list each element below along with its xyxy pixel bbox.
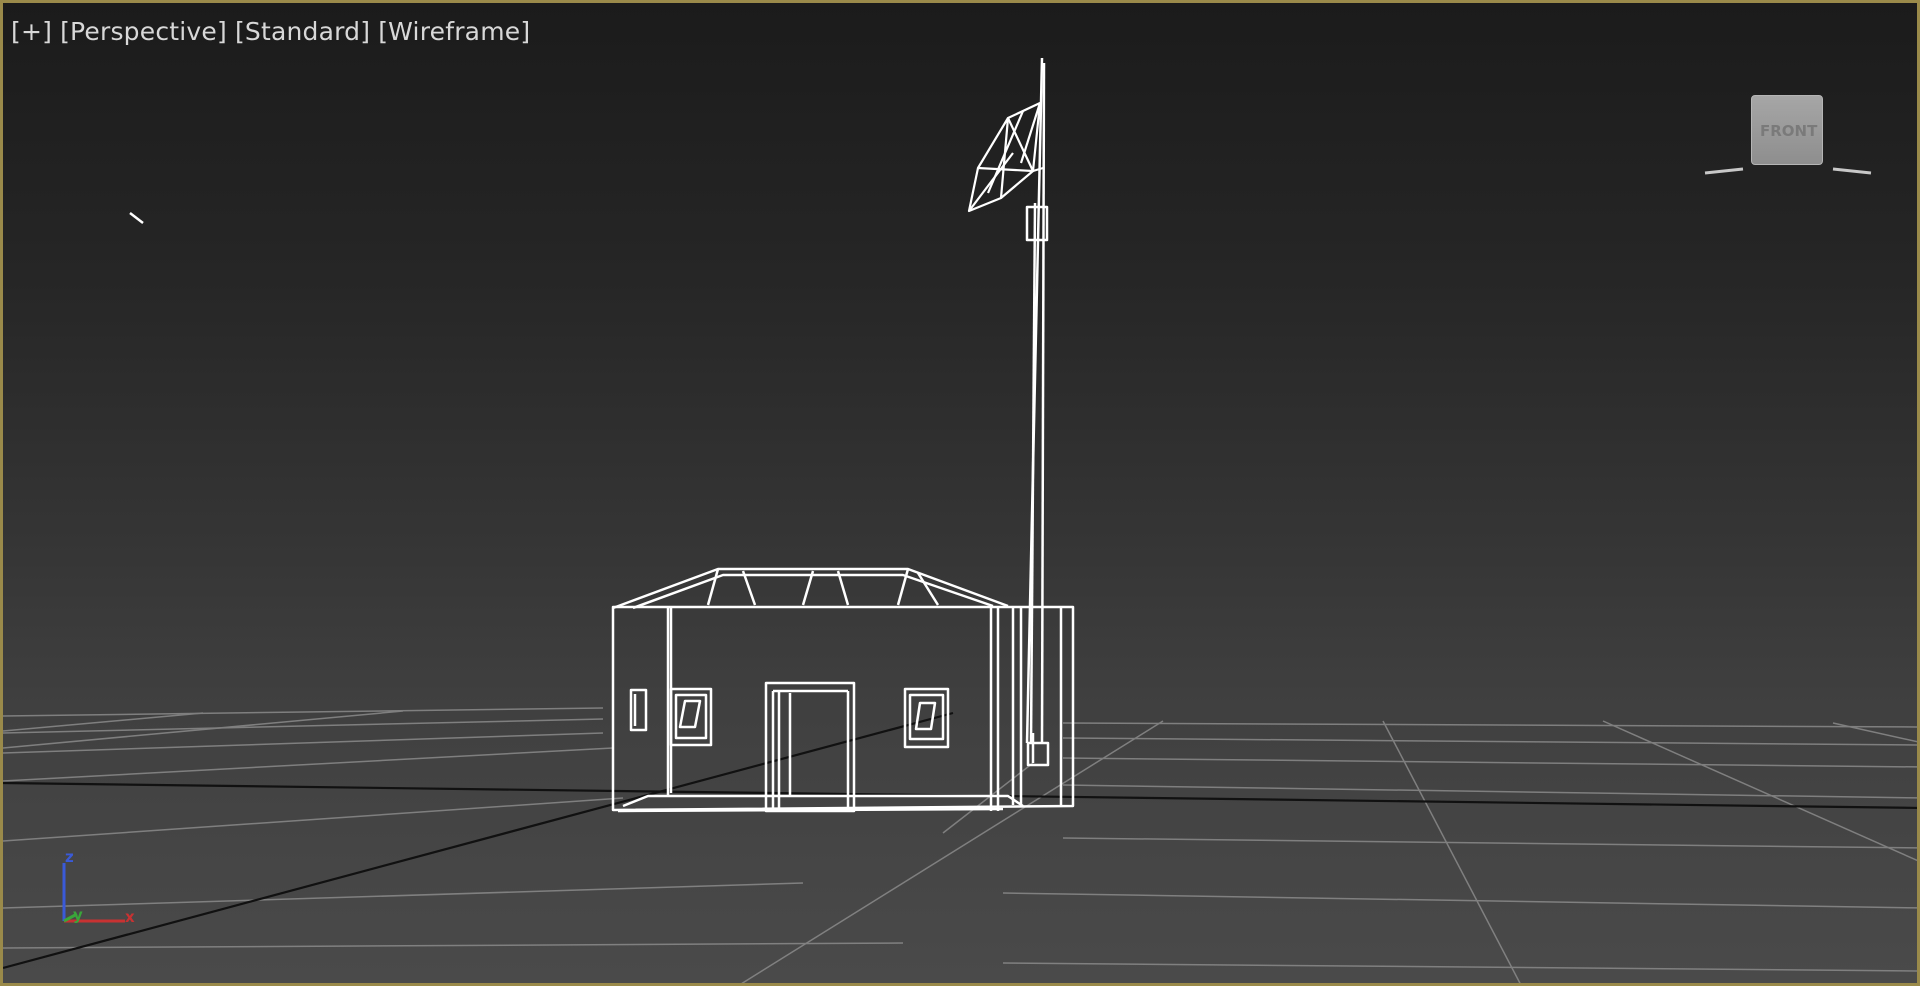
viewcube-front-face[interactable]: FRONT: [1751, 95, 1823, 165]
z-axis-label: z: [65, 848, 74, 866]
home-grid-axes: [3, 711, 1917, 970]
scene-canvas[interactable]: [3, 3, 1920, 986]
viewport-shading-preset[interactable]: [Standard]: [235, 17, 370, 46]
viewcube[interactable]: FRONT: [1703, 81, 1873, 181]
satellite-dish-wireframe[interactable]: [967, 101, 1044, 213]
viewport-display-mode[interactable]: [Wireframe]: [378, 17, 530, 46]
viewport-label-menu: [+] [Perspective] [Standard] [Wireframe]: [11, 17, 530, 46]
axis-tripod: z y x: [53, 848, 153, 928]
viewport-menu-plus[interactable]: [+]: [11, 17, 52, 46]
stray-tick-mark: [129, 212, 144, 224]
viewport-point-of-view[interactable]: [Perspective]: [60, 17, 227, 46]
building-wireframe[interactable]: [611, 567, 1075, 813]
perspective-viewport[interactable]: [+] [Perspective] [Standard] [Wireframe]: [0, 0, 1920, 986]
x-axis-label: x: [125, 908, 135, 926]
home-grid: [3, 707, 1917, 983]
y-axis-label: y: [73, 906, 83, 924]
